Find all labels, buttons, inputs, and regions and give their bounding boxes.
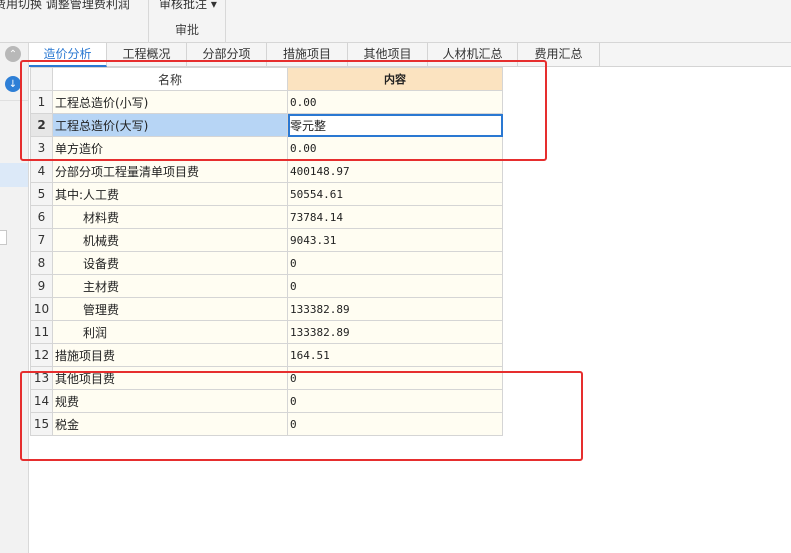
cell-value[interactable]: 133382.89	[287, 297, 503, 321]
column-header-name[interactable]: 名称	[52, 67, 288, 91]
panel-divider	[0, 100, 28, 101]
cell-value[interactable]: 0	[287, 366, 503, 390]
row-number: 5	[30, 182, 53, 206]
row-number: 12	[30, 343, 53, 367]
nav-selected-item[interactable]	[0, 163, 28, 187]
tab-labor-material-summary[interactable]: 人材机汇总	[428, 43, 518, 67]
table-row[interactable]: 1 工程总造价(小写) 0.00	[30, 90, 503, 114]
row-number: 1	[30, 90, 53, 114]
cell-name[interactable]: 主材费	[52, 274, 288, 298]
cell-name[interactable]: 其他项目费	[52, 366, 288, 390]
row-number: 8	[30, 251, 53, 275]
cell-name[interactable]: 单方造价	[52, 136, 288, 160]
cell-name[interactable]: 税金	[52, 412, 288, 436]
tab-project-overview[interactable]: 工程概况	[107, 43, 187, 67]
row-number: 6	[30, 205, 53, 229]
row-number: 11	[30, 320, 53, 344]
cell-value[interactable]: 0	[287, 274, 503, 298]
table-row[interactable]: 7 机械费 9043.31	[30, 228, 503, 252]
ribbon-group-fee: 费用切换 调整管理费利润	[0, 0, 148, 43]
cell-name[interactable]: 材料费	[52, 205, 288, 229]
row-number: 14	[30, 389, 53, 413]
column-header-value[interactable]: 内容	[287, 67, 503, 91]
tab-fee-summary[interactable]: 费用汇总	[518, 43, 600, 67]
row-number: 15	[30, 412, 53, 436]
table-row[interactable]: 14 规费 0	[30, 389, 503, 413]
left-nav-panel: ⌃ ↓	[0, 43, 29, 553]
row-number: 3	[30, 136, 53, 160]
cell-value[interactable]: 0	[287, 251, 503, 275]
arrow-down-circle-icon[interactable]: ↓	[5, 76, 21, 92]
row-number: 7	[30, 228, 53, 252]
table-row[interactable]: 5 其中:人工费 50554.61	[30, 182, 503, 206]
chevron-up-icon[interactable]: ⌃	[5, 46, 21, 62]
ribbon-divider	[225, 0, 226, 43]
cell-value[interactable]: 164.51	[287, 343, 503, 367]
table-row[interactable]: 3 单方造价 0.00	[30, 136, 503, 160]
fee-switch-button[interactable]: 费用切换 调整管理费利润	[0, 0, 130, 12]
row-number: 10	[30, 297, 53, 321]
cell-name[interactable]: 规费	[52, 389, 288, 413]
table-row[interactable]: 12 措施项目费 164.51	[30, 343, 503, 367]
cell-name[interactable]: 利润	[52, 320, 288, 344]
row-number: 2	[30, 113, 53, 137]
table-row[interactable]: 4 分部分项工程量清单项目费 400148.97	[30, 159, 503, 183]
table-row[interactable]: 15 税金 0	[30, 412, 503, 436]
review-group-label: 审批	[174, 23, 199, 37]
table-row-selected[interactable]: 2 工程总造价(大写) 零元整	[30, 113, 503, 137]
table-row[interactable]: 8 设备费 0	[30, 251, 503, 275]
ribbon-toolbar: 费用切换 调整管理费利润 审核批注 ▾ 审批	[0, 0, 791, 43]
cell-name[interactable]: 措施项目费	[52, 343, 288, 367]
ribbon-group-review: 审核批注 ▾ 审批	[149, 0, 225, 43]
cell-value[interactable]: 9043.31	[287, 228, 503, 252]
row-number: 13	[30, 366, 53, 390]
cell-value[interactable]: 73784.14	[287, 205, 503, 229]
review-comment-button[interactable]: 审核批注 ▾	[159, 0, 217, 12]
table-row[interactable]: 9 主材费 0	[30, 274, 503, 298]
tab-sub-items[interactable]: 分部分项	[187, 43, 267, 67]
table-row[interactable]: 10 管理费 133382.89	[30, 297, 503, 321]
row-number: 4	[30, 159, 53, 183]
tab-measure-items[interactable]: 措施项目	[267, 43, 348, 67]
panel-splitter-handle[interactable]	[0, 230, 7, 245]
cell-name[interactable]: 机械费	[52, 228, 288, 252]
cell-value[interactable]: 0.00	[287, 90, 503, 114]
tab-cost-analysis[interactable]: 造价分析	[29, 43, 107, 67]
row-number: 9	[30, 274, 53, 298]
cell-name[interactable]: 其中:人工费	[52, 182, 288, 206]
tab-other-items[interactable]: 其他项目	[348, 43, 428, 67]
cell-value[interactable]: 400148.97	[287, 159, 503, 183]
table-corner	[30, 67, 53, 91]
cell-value[interactable]: 133382.89	[287, 320, 503, 344]
cell-name[interactable]: 工程总造价(小写)	[52, 90, 288, 114]
cell-value-active[interactable]: 零元整	[287, 113, 503, 137]
cell-name[interactable]: 管理费	[52, 297, 288, 321]
tab-bar: 造价分析 工程概况 分部分项 措施项目 其他项目 人材机汇总 费用汇总	[29, 43, 791, 67]
cell-value[interactable]: 0.00	[287, 136, 503, 160]
cell-value[interactable]: 50554.61	[287, 182, 503, 206]
cell-name[interactable]: 分部分项工程量清单项目费	[52, 159, 288, 183]
cell-name[interactable]: 工程总造价(大写)	[52, 113, 288, 137]
cell-value[interactable]: 0	[287, 412, 503, 436]
table-row[interactable]: 11 利润 133382.89	[30, 320, 503, 344]
cost-analysis-table: 名称 内容 1 工程总造价(小写) 0.00 2 工程总造价(大写) 零元整 3…	[30, 67, 503, 436]
cell-name[interactable]: 设备费	[52, 251, 288, 275]
table-row[interactable]: 6 材料费 73784.14	[30, 205, 503, 229]
cell-value[interactable]: 0	[287, 389, 503, 413]
table-row[interactable]: 13 其他项目费 0	[30, 366, 503, 390]
